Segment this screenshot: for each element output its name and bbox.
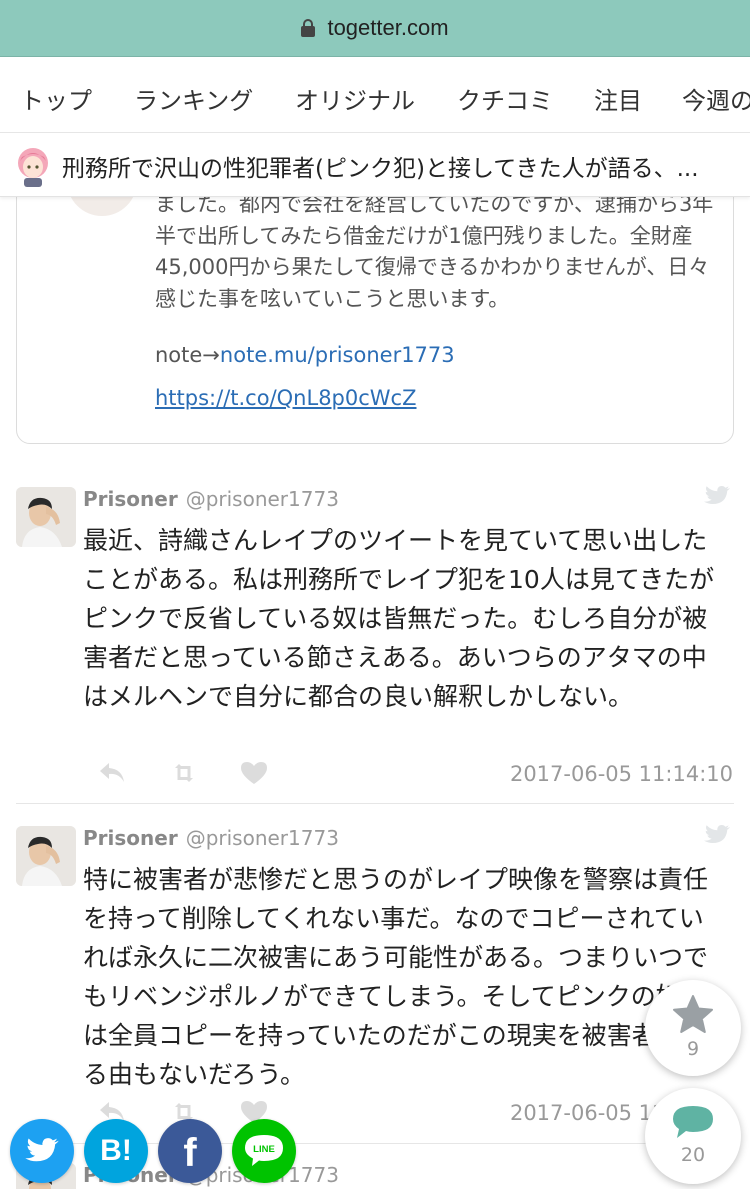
nav-item-top[interactable]: トップ — [20, 81, 92, 116]
summary-title: 刑務所で沢山の性犯罪者(ピンク犯)と接してきた人が語る、... — [62, 156, 699, 182]
tweet-actions — [97, 760, 277, 788]
reply-icon[interactable] — [97, 760, 127, 786]
line-bubble-icon: LINE — [245, 1135, 283, 1166]
person-avatar-icon — [16, 826, 76, 886]
summary-title-bar[interactable]: 刑務所で沢山の性犯罪者(ピンク犯)と接してきた人が語る、... — [0, 133, 750, 197]
comment-button[interactable]: 20 — [645, 1088, 741, 1184]
note-prefix: note→ — [155, 343, 220, 367]
nav-item-attention[interactable]: 注目 — [594, 81, 642, 116]
tco-link[interactable]: https://t.co/QnL8p0cWcZ — [155, 386, 417, 410]
tweet-avatar[interactable] — [16, 487, 76, 547]
author-handle: @prisoner1773 — [185, 487, 339, 511]
facebook-label: f — [183, 1130, 197, 1175]
like-heart-icon[interactable] — [239, 760, 269, 786]
profile-bio: ました。都内で会社を経営していたのですが、逮捕から3年半で出所してみたら借金だけ… — [155, 192, 714, 311]
share-hatena-button[interactable]: B! — [84, 1119, 148, 1183]
line-label: LINE — [253, 1144, 275, 1155]
tweet-divider — [16, 803, 734, 804]
star-icon — [673, 995, 713, 1033]
twitter-bird-icon[interactable] — [703, 485, 731, 507]
comment-count: 20 — [680, 1144, 706, 1166]
browser-url-bar[interactable]: togetter.com — [0, 0, 750, 57]
tweet-text: 最近、詩織さんレイプのツイートを見ていて思い出したことがある。私は刑務所でレイプ… — [83, 526, 715, 711]
tweet-text: 特に被害者が悲惨だと思うのがレイプ映像を警察は責任を持って削除してくれない事だ。… — [83, 865, 709, 1089]
twitter-bird-icon — [25, 1138, 59, 1162]
author-handle: @prisoner1773 — [185, 826, 339, 850]
profile-note: note→note.mu/prisoner1773 — [155, 343, 455, 367]
tweet-timestamp[interactable]: 2017-06-05 11:14:10 — [510, 762, 733, 786]
nav-item-kuchikomi[interactable]: クチコミ — [457, 81, 553, 116]
favorite-button[interactable]: 9 — [645, 980, 741, 1076]
url-host: togetter.com — [327, 15, 449, 40]
person-avatar-icon — [16, 487, 76, 547]
speech-bubble-icon — [673, 1106, 713, 1138]
twitter-bird-icon[interactable] — [703, 824, 731, 846]
nav-item-original[interactable]: オリジナル — [295, 81, 415, 116]
tweet-author[interactable]: Prisoner @prisoner1773 — [83, 826, 339, 850]
favorite-count: 9 — [686, 1038, 700, 1060]
tweet-avatar[interactable] — [16, 826, 76, 886]
nav-item-this-week[interactable]: 今週の — [682, 81, 750, 116]
nav-item-ranking[interactable]: ランキング — [134, 81, 253, 116]
lock-icon — [301, 19, 316, 37]
retweet-icon[interactable] — [169, 760, 199, 786]
note-link[interactable]: note.mu/prisoner1773 — [220, 343, 455, 367]
tweet-author[interactable]: Prisoner @prisoner1773 — [83, 487, 339, 511]
category-nav: トップ ランキング オリジナル クチコミ 注目 今週の — [0, 57, 750, 133]
author-avatar-icon — [18, 148, 48, 187]
hatena-label: B! — [100, 1134, 132, 1167]
author-name: Prisoner — [83, 487, 178, 511]
author-name: Prisoner — [83, 826, 178, 850]
share-twitter-button[interactable] — [10, 1119, 74, 1183]
share-line-button[interactable]: LINE — [232, 1119, 296, 1183]
share-facebook-button[interactable]: f — [158, 1119, 222, 1183]
